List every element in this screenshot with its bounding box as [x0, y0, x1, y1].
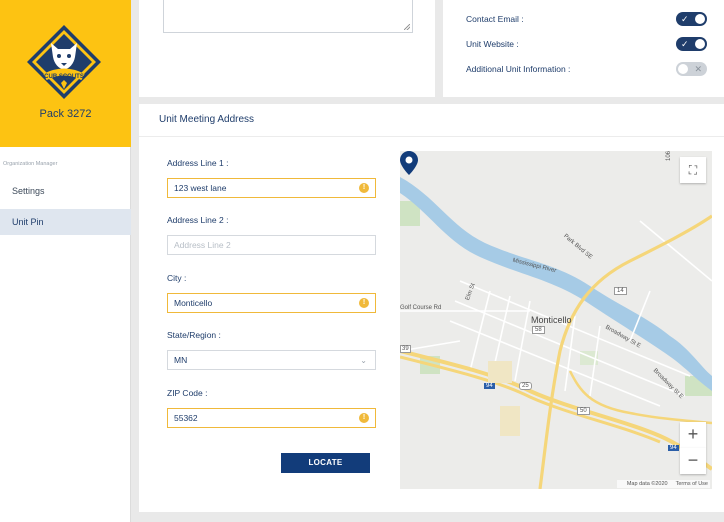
interstate-94-east-label: 94 [668, 445, 679, 451]
state-select[interactable]: MN ⌄ [167, 350, 376, 370]
toggle-knob [678, 64, 688, 74]
toggle-knob [695, 39, 705, 49]
cub-scouts-logo: CUB SCOUTS [27, 25, 101, 99]
toggle-knob [695, 14, 705, 24]
state-value: MN [174, 355, 188, 365]
state-label: State/Region : [167, 330, 221, 340]
additional-info-label: Additional Unit Information : [466, 64, 571, 74]
zip-value: 55362 [174, 413, 198, 423]
unit-meeting-address-card: Unit Meeting Address Address Line 1 : 12… [139, 104, 724, 512]
svg-text:CUB SCOUTS: CUB SCOUTS [44, 74, 84, 80]
warning-icon: ! [359, 183, 369, 193]
zip-label: ZIP Code : [167, 388, 208, 398]
route-58-label: 58 [532, 326, 545, 334]
unit-website-label: Unit Website : [466, 39, 519, 49]
fullscreen-icon[interactable]: ⛶ [680, 157, 706, 183]
warning-icon: ! [359, 298, 369, 308]
zip-input[interactable]: 55362 ! [167, 408, 376, 428]
location-map[interactable]: Mississippi River Park Blvd SE Broadway … [400, 151, 712, 489]
additional-info-toggle[interactable]: ✕ [676, 62, 707, 76]
description-textarea[interactable] [163, 0, 413, 33]
sidebar: CUB SCOUTS Pack 3272 Organization Manage… [0, 0, 131, 522]
map-data-credit: Map data ©2020 [626, 481, 668, 487]
map-attribution: Map data ©2020 Terms of Use [616, 480, 710, 488]
road-106-label: 106 [666, 151, 673, 162]
contact-email-label: Contact Email : [466, 14, 524, 24]
description-card [139, 0, 435, 97]
address-line1-label: Address Line 1 : [167, 158, 229, 168]
route-14-label: 14 [614, 287, 627, 295]
address-line1-value: 123 west lane [174, 183, 227, 193]
check-icon: ✓ [681, 14, 689, 24]
divider [139, 136, 724, 137]
map-label-golf-course: Golf Course Rd [400, 305, 442, 311]
warning-icon: ! [359, 413, 369, 423]
check-icon: ✓ [681, 39, 689, 49]
terms-of-use-link[interactable]: Terms of Use [676, 481, 708, 487]
location-pin-icon[interactable] [400, 151, 418, 175]
unit-website-toggle[interactable]: ✓ [676, 37, 707, 51]
section-title: Unit Meeting Address [159, 114, 255, 125]
address-line1-input[interactable]: 123 west lane ! [167, 178, 376, 198]
city-value: Monticello [174, 298, 213, 308]
resize-grip-icon[interactable] [404, 24, 410, 30]
pack-name: Pack 3272 [39, 108, 92, 120]
contact-email-toggle[interactable]: ✓ [676, 12, 707, 26]
org-manager-label: Organization Manager [3, 161, 58, 167]
address-line2-input[interactable]: Address Line 2 [167, 235, 376, 255]
sidebar-item-unit-pin[interactable]: Unit Pin [0, 209, 131, 235]
brand-header: CUB SCOUTS Pack 3272 [0, 0, 131, 147]
city-label: City : [167, 273, 187, 283]
locate-button[interactable]: LOCATE [281, 453, 370, 473]
zoom-in-button[interactable]: + [680, 422, 706, 448]
contact-settings-card: Contact Email : ✓ Unit Website : ✓ Addit… [443, 0, 724, 97]
zoom-out-button[interactable]: − [680, 448, 706, 474]
address-line2-label: Address Line 2 : [167, 215, 229, 225]
map-city-label: Monticello [531, 315, 572, 325]
address-line2-placeholder: Address Line 2 [174, 240, 231, 250]
chevron-down-icon: ⌄ [360, 356, 367, 365]
route-50-label: 50 [577, 407, 590, 415]
city-input[interactable]: Monticello ! [167, 293, 376, 313]
interstate-94-label: 94 [484, 383, 495, 389]
x-icon: ✕ [694, 64, 702, 74]
route-25-label: 25 [519, 382, 532, 390]
sidebar-item-settings[interactable]: Settings [0, 178, 131, 204]
route-39-label: 39 [400, 345, 411, 353]
